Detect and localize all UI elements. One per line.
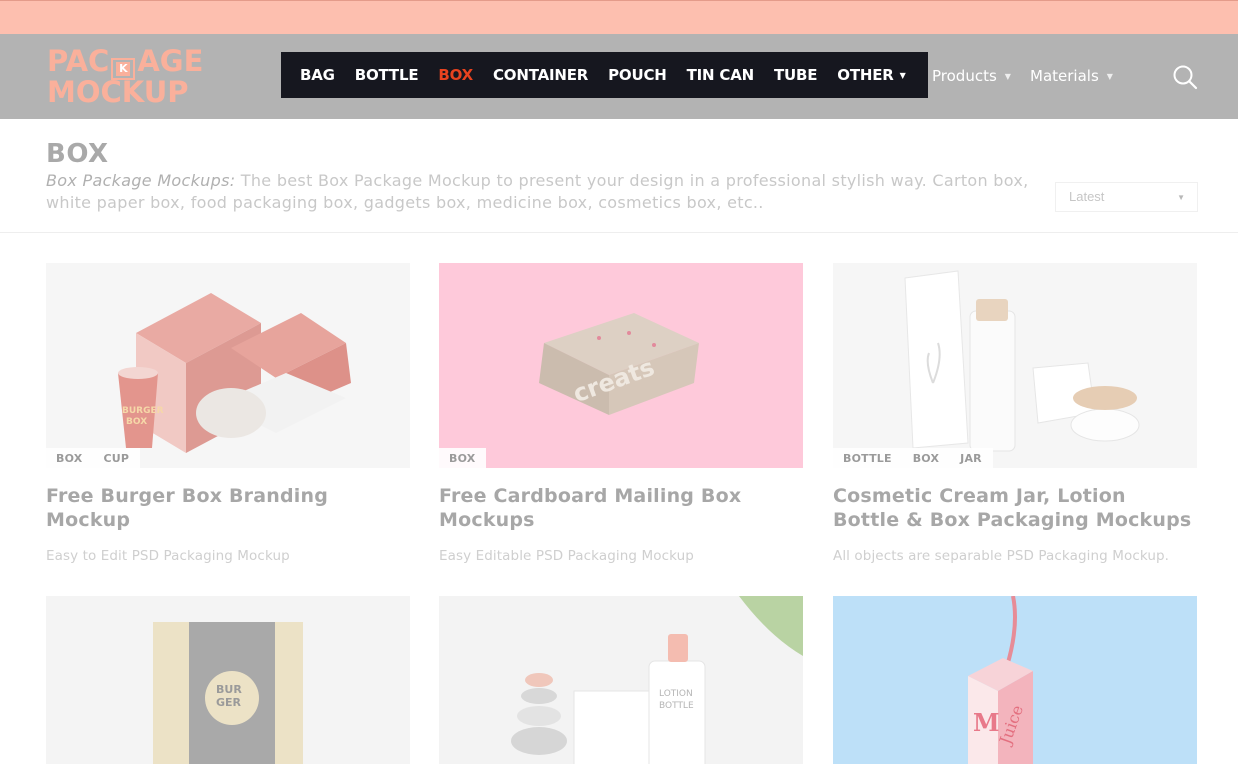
post-card[interactable]: BOTTLE BOX JAR Cosmetic Cream Jar, Lotio… xyxy=(833,263,1197,564)
cosmetic-jar-mockup-image xyxy=(833,263,1197,468)
nav-item-bottle[interactable]: BOTTLE xyxy=(355,66,419,84)
nav-item-container[interactable]: CONTAINER xyxy=(493,66,588,84)
post-thumbnail[interactable]: BUR GER xyxy=(46,596,410,764)
post-subtitle: Easy Editable PSD Packaging Mockup xyxy=(439,548,694,564)
post-thumbnail[interactable]: Juice M xyxy=(833,596,1197,764)
svg-text:GER: GER xyxy=(216,696,242,709)
tag-list: BOTTLE BOX JAR xyxy=(833,448,993,468)
post-card[interactable]: LOTION BOTTLE xyxy=(439,596,803,764)
nav-item-box[interactable]: BOX xyxy=(438,66,473,84)
post-title[interactable]: Free Cardboard Mailing Box Mockups xyxy=(439,484,803,532)
svg-text:BOTTLE: BOTTLE xyxy=(659,701,694,711)
page-title: BOX xyxy=(46,139,109,169)
svg-text:LOTION: LOTION xyxy=(659,689,693,699)
post-card[interactable]: BURGER BOX BOX CUP Free Burger Box Brand… xyxy=(46,263,410,564)
svg-text:BUR: BUR xyxy=(216,683,242,696)
site-logo[interactable]: PAC K AGE MOCKUP xyxy=(47,47,232,109)
chevron-down-icon: ▼ xyxy=(1177,193,1185,202)
post-thumbnail[interactable]: LOTION BOTTLE xyxy=(439,596,803,764)
post-card[interactable]: Juice M xyxy=(833,596,1197,764)
tag-link[interactable]: BOTTLE xyxy=(833,448,903,468)
tag-list: BOX CUP xyxy=(46,448,141,468)
nav-item-other[interactable]: OTHER ▼ xyxy=(837,66,905,84)
post-thumbnail[interactable]: BURGER BOX BOX CUP xyxy=(46,263,410,468)
search-icon[interactable] xyxy=(1172,64,1198,90)
post-subtitle: All objects are separable PSD Packaging … xyxy=(833,548,1170,564)
burger-bag-mockup-image: BUR GER xyxy=(46,596,410,764)
nav-item-pouch[interactable]: POUCH xyxy=(608,66,667,84)
svg-text:M: M xyxy=(973,708,1000,737)
nav-products[interactable]: Products ▼ xyxy=(932,67,1011,85)
page-description: Box Package Mockups: The best Box Packag… xyxy=(46,171,1029,212)
archive-header: BOX Box Package Mockups: The best Box Pa… xyxy=(0,119,1238,233)
nav-item-bag[interactable]: BAG xyxy=(300,66,335,84)
logo-k-box-icon: K xyxy=(111,58,136,80)
top-accent-bar xyxy=(0,0,1238,34)
nav-item-tube[interactable]: TUBE xyxy=(774,66,817,84)
nav-materials[interactable]: Materials ▼ xyxy=(1030,67,1113,85)
post-title[interactable]: Cosmetic Cream Jar, Lotion Bottle & Box … xyxy=(833,484,1197,532)
post-card[interactable]: BUR GER xyxy=(46,596,410,764)
svg-text:BOX: BOX xyxy=(126,417,147,427)
tag-list: BOX xyxy=(439,448,487,468)
site-header: PAC K AGE MOCKUP BAG BOTTLE BOX CONTAINER … xyxy=(0,34,1238,119)
tag-link[interactable]: JAR xyxy=(950,448,993,468)
chevron-down-icon: ▼ xyxy=(1004,71,1011,81)
tag-link[interactable]: CUP xyxy=(93,448,140,468)
juice-box-mockup-image: Juice M xyxy=(833,596,1197,764)
tag-link[interactable]: BOX xyxy=(439,448,486,468)
chevron-down-icon: ▼ xyxy=(899,71,906,80)
tag-link[interactable]: BOX xyxy=(903,448,950,468)
burger-box-mockup-image: BURGER BOX xyxy=(46,263,410,468)
tag-link[interactable]: BOX xyxy=(46,448,93,468)
post-thumbnail[interactable]: creats BOX xyxy=(439,263,803,468)
sort-select[interactable]: Latest ▼ xyxy=(1055,182,1198,212)
lotion-bottle-mockup-image: LOTION BOTTLE xyxy=(439,596,803,764)
post-subtitle: Easy to Edit PSD Packaging Mockup xyxy=(46,548,290,564)
chevron-down-icon: ▼ xyxy=(1106,71,1113,81)
post-title[interactable]: Free Burger Box Branding Mockup xyxy=(46,484,410,532)
mailing-box-mockup-image: creats xyxy=(439,263,803,468)
post-card[interactable]: creats BOX Free Cardboard Mailing Box Mo… xyxy=(439,263,803,564)
category-nav: BAG BOTTLE BOX CONTAINER POUCH TIN CAN T… xyxy=(281,52,928,98)
post-thumbnail[interactable]: BOTTLE BOX JAR xyxy=(833,263,1197,468)
nav-item-tin-can[interactable]: TIN CAN xyxy=(687,66,755,84)
logo-line-2: MOCKUP xyxy=(47,75,189,109)
svg-text:BURGER: BURGER xyxy=(122,406,164,416)
